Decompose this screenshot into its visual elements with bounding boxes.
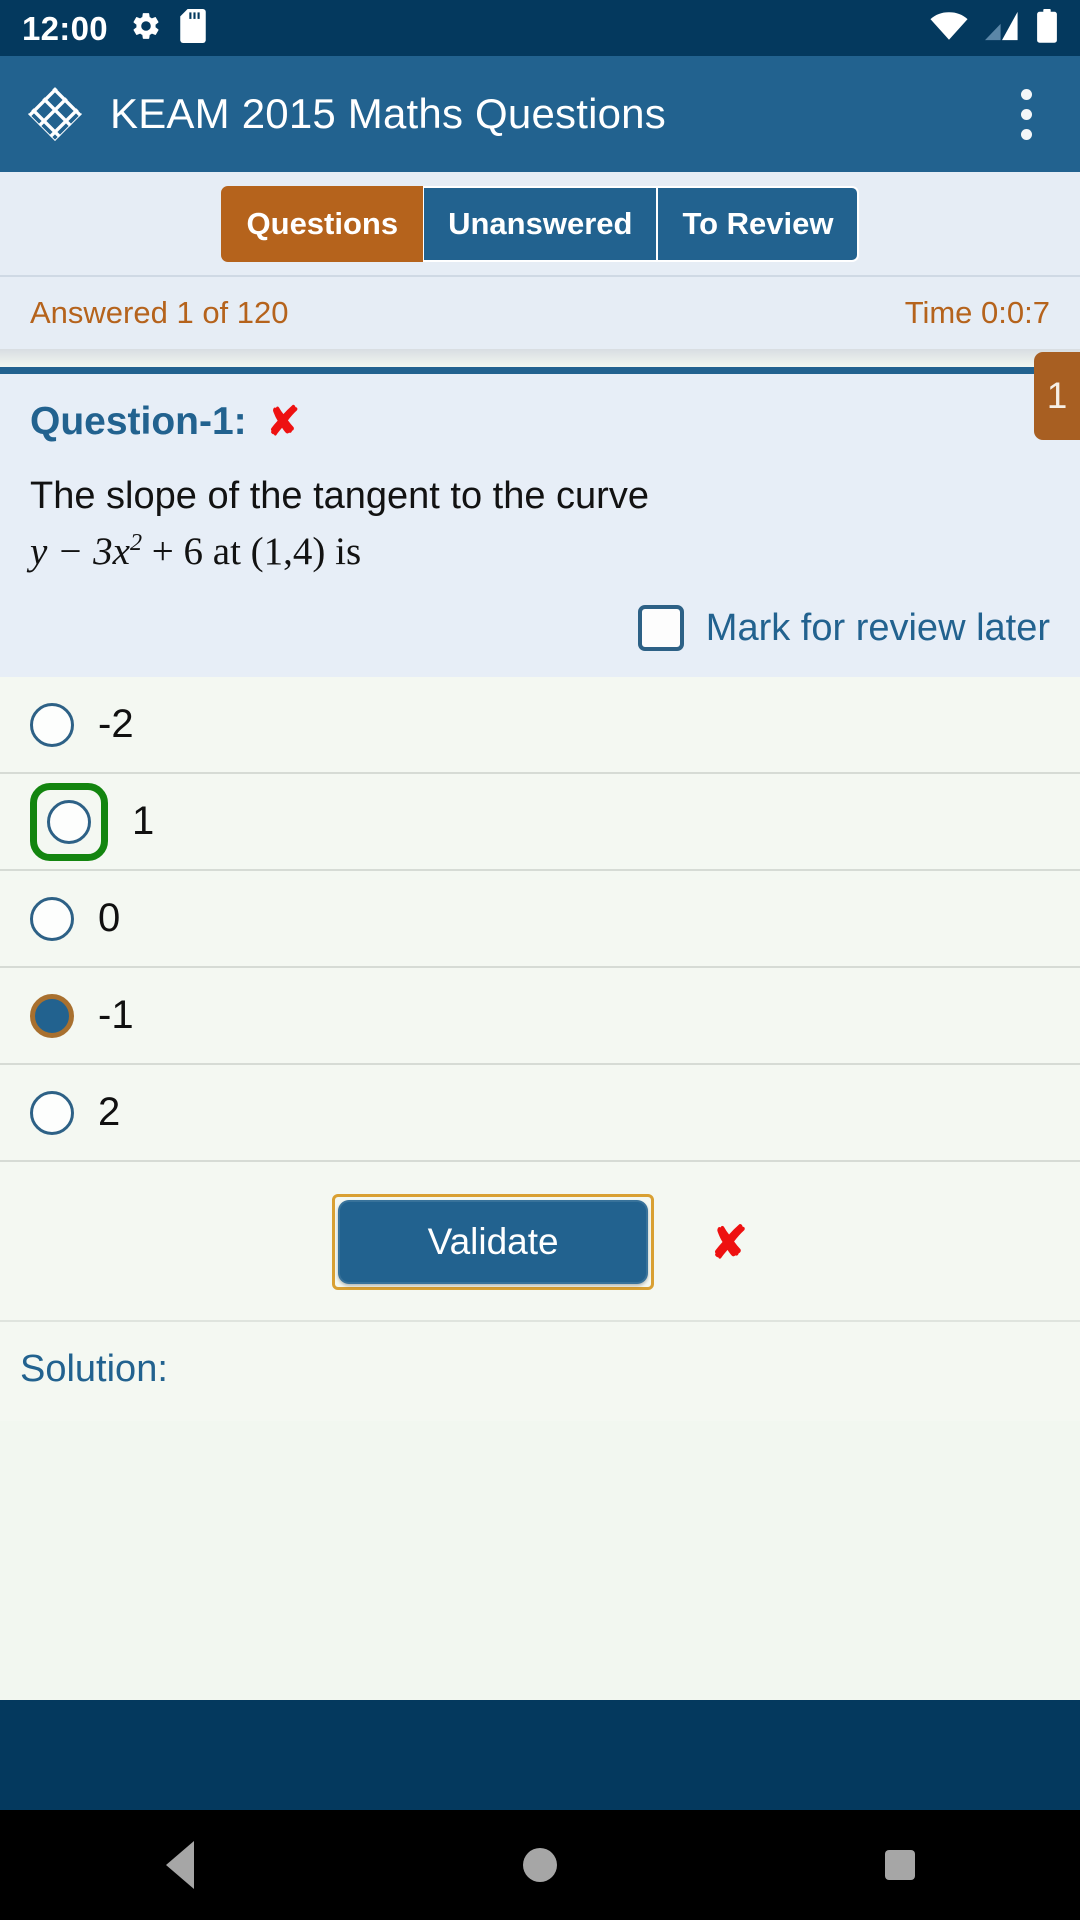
settings-gear-icon (130, 10, 162, 47)
sd-card-icon (180, 8, 206, 48)
tab-unanswered[interactable]: Unanswered (423, 185, 658, 262)
formula-prefix: y − 3x (30, 529, 130, 573)
option-row[interactable]: 1 (0, 774, 1080, 872)
formula-suffix: + 6 at (1,4) is (142, 529, 362, 573)
question-wrong-icon: ✘ (266, 400, 301, 444)
more-options-icon[interactable] (998, 83, 1054, 145)
option-label: 0 (98, 896, 121, 941)
content-shadow-divider (0, 349, 1080, 367)
validate-button[interactable]: Validate (338, 1200, 649, 1285)
mark-for-review-checkbox[interactable] (637, 605, 684, 652)
radio-wrap (30, 896, 74, 941)
option-label: 1 (132, 799, 155, 844)
status-bar-left-icons (130, 8, 206, 48)
app-bar: KEAM 2015 Maths Questions (0, 56, 1080, 172)
mark-for-review-row[interactable]: Mark for review later (30, 605, 1050, 665)
option-row[interactable]: -1 (0, 968, 1080, 1066)
question-label: Question-1: (30, 400, 247, 443)
tab-to-review[interactable]: To Review (657, 185, 860, 262)
option-radio-icon[interactable] (47, 799, 91, 844)
recents-square-icon[interactable] (840, 1810, 960, 1920)
option-radio-icon-selected[interactable] (30, 993, 74, 1038)
cell-signal-icon (985, 11, 1019, 46)
mark-for-review-label: Mark for review later (705, 606, 1050, 649)
option-row[interactable]: 2 (0, 1065, 1080, 1163)
question-header: Question-1: ✘ (30, 400, 1050, 444)
solution-section: Solution: (0, 1322, 1080, 1422)
android-nav-bar (0, 1810, 1080, 1920)
status-bar: 12:00 (0, 0, 1080, 56)
validate-row: Validate ✘ (0, 1162, 1080, 1323)
bottom-filler (0, 1700, 1080, 1810)
validate-focus-frame: Validate (332, 1194, 655, 1291)
page-title: KEAM 2015 Maths Questions (110, 90, 666, 137)
tab-questions[interactable]: Questions (220, 185, 424, 262)
status-bar-clock: 12:00 (22, 9, 108, 47)
question-scroll-area[interactable]: 1 Question-1: ✘ The slope of the tangent… (0, 349, 1080, 1700)
correct-answer-highlight (30, 782, 108, 861)
back-triangle-icon[interactable] (120, 1810, 240, 1920)
question-card: 1 Question-1: ✘ The slope of the tangent… (0, 352, 1080, 678)
option-row[interactable]: 0 (0, 871, 1080, 969)
answer-options-list: -2 1 0 -1 2 (0, 677, 1080, 1163)
question-text: The slope of the tangent to the curve y … (30, 470, 1050, 579)
tab-bar: Questions Unanswered To Review (0, 172, 1080, 277)
answered-count: Answered 1 of 120 (30, 295, 289, 330)
wifi-icon (930, 11, 968, 46)
option-row[interactable]: -2 (0, 677, 1080, 775)
option-label: 2 (98, 1090, 121, 1135)
option-label: -1 (98, 993, 134, 1038)
radio-wrap (30, 1090, 74, 1135)
option-label: -2 (98, 702, 134, 747)
phone-screen: 12:00 KEAM 2015 Maths Questions Question… (0, 0, 1080, 1920)
lattice-diamond-logo (26, 85, 84, 143)
question-text-line1: The slope of the tangent to the curve (30, 475, 649, 517)
elapsed-time: Time 0:0:7 (904, 295, 1050, 330)
solution-label: Solution: (20, 1348, 168, 1391)
home-circle-icon[interactable] (480, 1810, 600, 1920)
option-radio-icon[interactable] (30, 702, 74, 747)
option-radio-icon[interactable] (30, 1090, 74, 1135)
question-number-badge: 1 (1034, 352, 1080, 440)
option-radio-icon[interactable] (30, 896, 74, 941)
battery-icon (1036, 8, 1058, 48)
radio-wrap (30, 702, 74, 747)
validate-wrong-icon: ✘ (710, 1216, 748, 1268)
progress-meta-row: Answered 1 of 120 Time 0:0:7 (0, 277, 1080, 349)
radio-wrap (30, 993, 74, 1038)
question-formula: y − 3x2 + 6 at (1,4) is (30, 524, 1050, 579)
status-bar-right-icons (930, 8, 1058, 48)
formula-exponent: 2 (129, 528, 143, 556)
